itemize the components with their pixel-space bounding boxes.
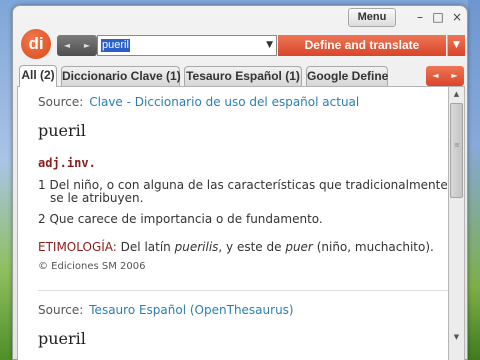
- sense-text-continued: se le atribuyen.: [50, 191, 144, 205]
- source-link[interactable]: Clave - Diccionario de uso del español a…: [89, 95, 359, 109]
- close-icon[interactable]: ×: [450, 10, 464, 24]
- etymology-post: (niño, muchachito).: [316, 240, 434, 254]
- back-arrow-icon[interactable]: ◄: [57, 35, 77, 56]
- forward-arrow-icon[interactable]: ►: [77, 35, 97, 56]
- scroll-thumb[interactable]: ≡: [450, 103, 463, 198]
- source-line: Source: Clave - Diccionario de uso del es…: [38, 95, 359, 109]
- sense-text: Que carece de importancia o de fundament…: [49, 212, 323, 226]
- desktop-background: [468, 0, 480, 360]
- headword: pueril: [38, 329, 86, 348]
- source-label: Source:: [38, 303, 84, 317]
- etymology: ETIMOLOGÍA: Del latín puerilis, y este d…: [38, 240, 434, 254]
- source-link[interactable]: Tesauro Español (OpenThesaurus): [89, 303, 293, 317]
- grip-icon: ≡: [454, 141, 460, 149]
- source-label: Source:: [38, 95, 84, 109]
- minimize-icon[interactable]: –: [413, 10, 427, 24]
- tab-navigation: ◄ ►: [426, 66, 464, 86]
- copyright: © Ediciones SM 2006: [38, 261, 146, 272]
- tab-all[interactable]: All (2): [19, 65, 57, 87]
- scroll-down-icon[interactable]: ▼: [449, 330, 464, 345]
- history-nav: ◄ ►: [57, 35, 97, 56]
- results-pane: Source: Clave - Diccionario de uso del es…: [17, 86, 449, 360]
- etymology-pre: Del latín: [120, 240, 171, 254]
- dictionary-window: Menu – □ × di ◄ ► pueril ▼ Define and tr…: [12, 5, 468, 360]
- vertical-scrollbar[interactable]: ▲ ≡ ▼: [449, 86, 465, 360]
- sense-number: 2: [38, 212, 46, 226]
- define-translate-button[interactable]: Define and translate: [278, 35, 446, 56]
- headword: pueril: [38, 121, 86, 140]
- scroll-up-icon[interactable]: ▲: [449, 87, 464, 102]
- maximize-icon[interactable]: □: [431, 10, 445, 24]
- tab-prev-icon[interactable]: ◄: [426, 66, 445, 86]
- part-of-speech: adj.inv.: [38, 156, 96, 170]
- tab-google-define[interactable]: Google Define: [306, 66, 388, 86]
- tab-diccionario-clave[interactable]: Diccionario Clave (1): [61, 66, 181, 86]
- etymology-label: ETIMOLOGÍA:: [38, 240, 117, 254]
- etymology-mid: , y este de: [218, 240, 282, 254]
- title-bar: Menu – □ ×: [343, 6, 469, 31]
- entry-divider: [38, 290, 448, 291]
- etymology-word: puer: [285, 240, 313, 254]
- source-line: Source: Tesauro Español (OpenThesaurus): [38, 303, 294, 317]
- chevron-down-icon[interactable]: ▼: [266, 40, 273, 50]
- tab-next-icon[interactable]: ►: [445, 66, 464, 86]
- tab-tesauro-espanol[interactable]: Tesauro Español (1): [184, 66, 302, 86]
- search-value: pueril: [101, 39, 130, 52]
- etymology-word: puerilis: [174, 240, 219, 254]
- app-logo: di: [21, 29, 51, 59]
- sense-item: 1 Del niño, o con alguna de las caracter…: [38, 179, 448, 205]
- define-dropdown-icon[interactable]: ▼: [447, 35, 465, 56]
- menu-button[interactable]: Menu: [348, 8, 396, 27]
- sense-item: 2 Que carece de importancia o de fundame…: [38, 213, 323, 226]
- search-input[interactable]: pueril ▼: [97, 35, 277, 56]
- sense-text: Del niño, o con alguna de las caracterís…: [49, 178, 448, 192]
- sense-number: 1: [38, 178, 46, 192]
